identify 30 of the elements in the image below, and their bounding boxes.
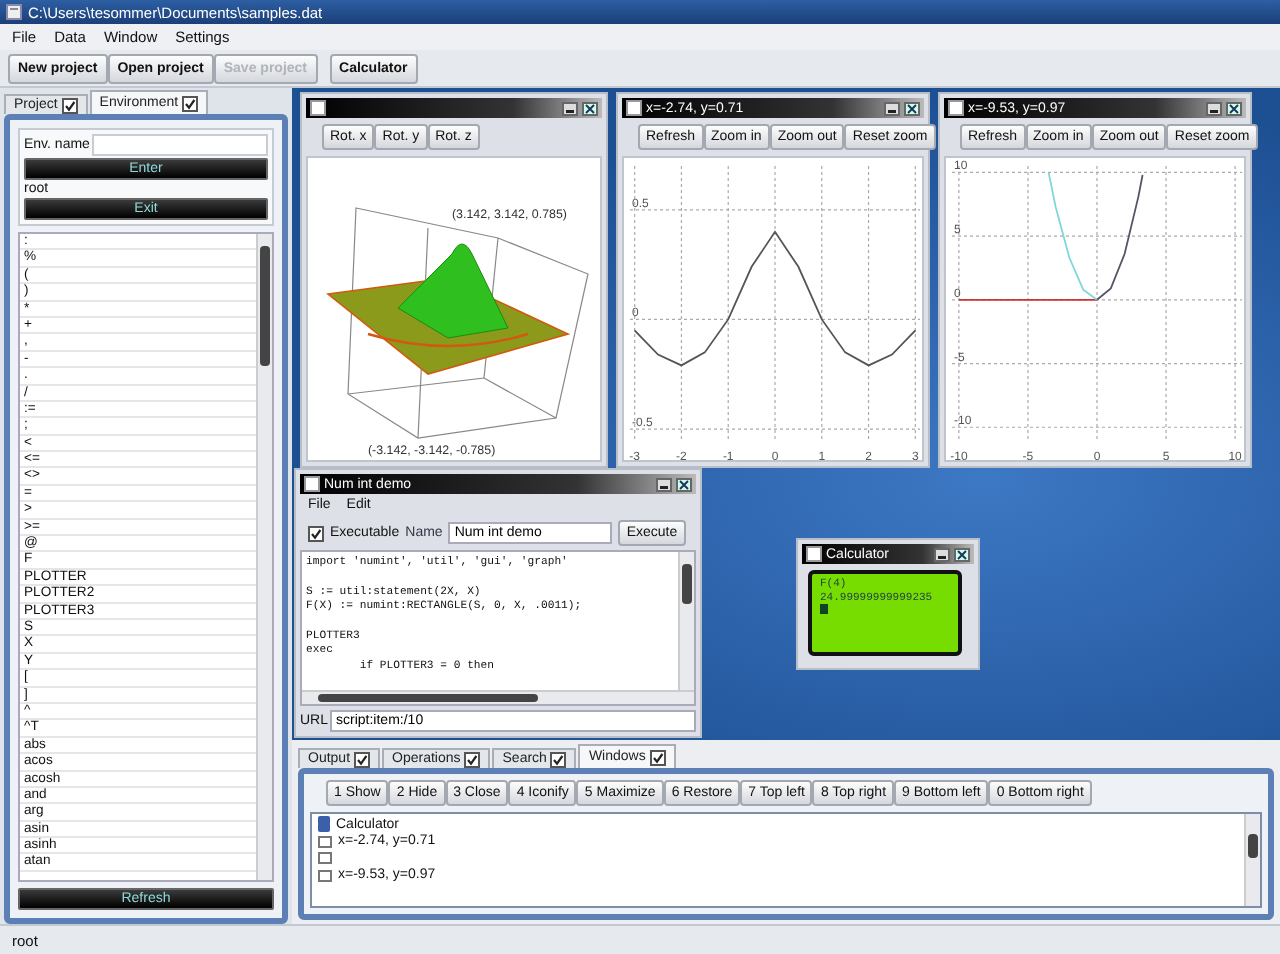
close-icon[interactable] bbox=[1226, 101, 1242, 115]
checkbox[interactable] bbox=[354, 751, 371, 767]
app-icon bbox=[6, 4, 22, 20]
close-icon[interactable] bbox=[904, 101, 920, 115]
minimize-icon[interactable] bbox=[562, 101, 578, 115]
close-icon[interactable] bbox=[954, 547, 970, 561]
close-icon[interactable] bbox=[676, 477, 692, 491]
checkbox[interactable] bbox=[61, 97, 78, 113]
window-icon bbox=[626, 100, 642, 116]
minimize-icon[interactable] bbox=[656, 477, 672, 491]
checkbox[interactable] bbox=[464, 751, 481, 767]
minimize-icon[interactable] bbox=[934, 547, 950, 561]
text-cursor bbox=[820, 604, 828, 614]
scrollbar[interactable] bbox=[256, 234, 272, 880]
checkbox[interactable] bbox=[550, 751, 567, 767]
close-icon[interactable] bbox=[582, 101, 598, 115]
minimize-icon[interactable] bbox=[884, 101, 900, 115]
env-name-field[interactable] bbox=[91, 134, 268, 156]
checkbox[interactable] bbox=[308, 525, 324, 541]
checkbox[interactable] bbox=[649, 749, 666, 765]
calculator-icon bbox=[318, 816, 330, 833]
scrollbar[interactable] bbox=[678, 552, 694, 690]
window-icon bbox=[304, 476, 320, 492]
scrollbar[interactable] bbox=[302, 690, 694, 704]
minimize-icon[interactable] bbox=[1206, 101, 1222, 115]
scrollbar[interactable] bbox=[1244, 814, 1260, 906]
window-icon bbox=[310, 100, 326, 116]
window-icon bbox=[948, 100, 964, 116]
checkbox[interactable] bbox=[182, 95, 199, 111]
window-icon bbox=[806, 546, 822, 562]
